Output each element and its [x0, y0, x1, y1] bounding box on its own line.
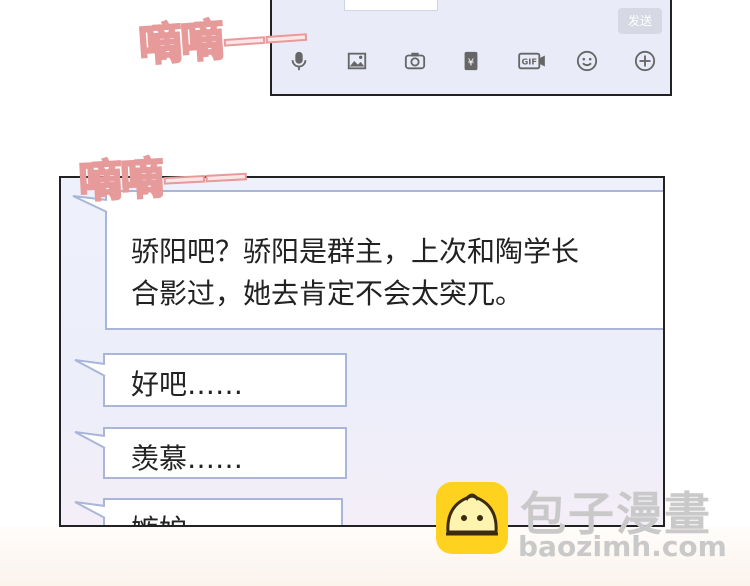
message-text: 羡慕……	[131, 442, 244, 475]
sound-effect-beep: 嘀嘀——	[136, 8, 309, 73]
image-icon[interactable]	[344, 48, 370, 74]
plus-icon[interactable]	[632, 48, 658, 74]
message-input[interactable]	[344, 0, 438, 11]
gif-icon[interactable]: GIF	[516, 48, 548, 74]
watermark-url: baozimh.com	[518, 530, 727, 563]
bubble-tail	[74, 359, 106, 377]
message-bubble: 骄阳吧？骄阳是群主，上次和陶学长 合影过，她去肯定不会太突兀。	[105, 190, 663, 330]
svg-text:GIF: GIF	[522, 57, 537, 67]
message-bubble: 好吧……	[103, 353, 347, 407]
message-text: 嫉妒……	[131, 508, 243, 525]
sound-effect-beep: 嘀嘀——	[76, 148, 248, 210]
chat-messages-panel: 骄阳吧？骄阳是群主，上次和陶学长 合影过，她去肯定不会太突兀。 好吧…… 羡慕……	[59, 176, 665, 527]
bubble-tail	[74, 501, 106, 519]
chat-toolbar: ¥ GIF	[282, 48, 662, 76]
emoji-icon[interactable]	[574, 48, 600, 74]
bubble-tail	[74, 431, 106, 449]
message-line: 骄阳吧？骄阳是群主，上次和陶学长	[131, 235, 580, 268]
send-button[interactable]: 发送	[618, 8, 662, 34]
svg-text:¥: ¥	[468, 58, 474, 69]
message-text: 好吧……	[131, 368, 244, 401]
bun-logo-icon	[436, 482, 508, 554]
message-bubble: 羡慕……	[103, 427, 347, 479]
camera-icon[interactable]	[402, 48, 428, 74]
red-envelope-icon[interactable]: ¥	[458, 48, 484, 74]
chat-input-panel: 发送 ¥ GIF	[270, 0, 672, 96]
message-bubble: 嫉妒……	[103, 498, 343, 525]
message-line: 合影过，她去肯定不会太突兀。	[131, 277, 524, 310]
